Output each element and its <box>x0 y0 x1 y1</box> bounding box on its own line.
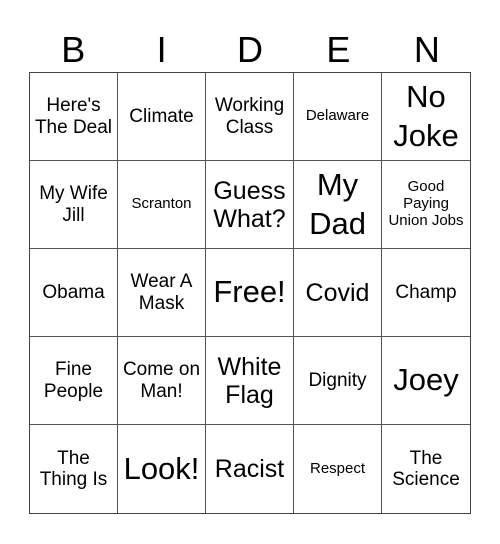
header-letter-d: D <box>237 29 264 70</box>
bingo-cell-label: Fine People <box>43 359 104 402</box>
bingo-header: B I D E N <box>29 28 471 72</box>
bingo-cell[interactable]: Joey <box>382 337 470 425</box>
bingo-cell-label: No Joke <box>393 78 459 153</box>
bingo-cell-label: Obama <box>42 281 105 303</box>
bingo-cell[interactable]: Obama <box>30 249 118 337</box>
bingo-cell[interactable]: No Joke <box>382 73 470 161</box>
bingo-cell-label: White Flag <box>217 352 282 409</box>
bingo-cell-label: Working Class <box>214 95 285 138</box>
bingo-cell[interactable]: My Wife Jill <box>30 161 118 249</box>
bingo-cell-label: Champ <box>395 281 457 303</box>
bingo-cell[interactable]: Fine People <box>30 337 118 425</box>
header-letter-b: B <box>61 29 86 70</box>
bingo-cell[interactable]: Come on Man! <box>118 337 206 425</box>
bingo-cell-label: The Thing Is <box>39 447 108 490</box>
bingo-cell-label: Wear A Mask <box>130 271 193 314</box>
bingo-cell-label: Delaware <box>305 107 370 125</box>
bingo-cell-label: My Dad <box>309 166 366 241</box>
header-letter-n: N <box>413 29 440 70</box>
bingo-cell-label: The Science <box>392 447 460 490</box>
bingo-cell-label: Free! <box>213 274 286 310</box>
bingo-cell[interactable]: Covid <box>294 249 382 337</box>
bingo-cell[interactable]: Working Class <box>206 73 294 161</box>
bingo-cell-label: Respect <box>309 459 366 477</box>
bingo-cell-label: Look! <box>123 450 200 486</box>
bingo-cell[interactable]: Free! <box>206 249 294 337</box>
bingo-cell-label: Come on Man! <box>122 359 201 402</box>
bingo-cell-label: Joey <box>393 362 459 398</box>
bingo-cell-label: Scranton <box>131 195 192 213</box>
bingo-cell-label: Guess What? <box>213 176 286 233</box>
bingo-cell-label: Good Paying Union Jobs <box>388 178 464 229</box>
header-letter-i: I <box>156 29 167 70</box>
bingo-cell[interactable]: Wear A Mask <box>118 249 206 337</box>
bingo-cell[interactable]: Racist <box>206 425 294 513</box>
bingo-cell[interactable]: Scranton <box>118 161 206 249</box>
bingo-cell-label: Here's The Deal <box>34 95 113 138</box>
bingo-cell[interactable]: Dignity <box>294 337 382 425</box>
bingo-cell[interactable]: The Thing Is <box>30 425 118 513</box>
bingo-cell-label: Racist <box>214 455 285 483</box>
bingo-cell[interactable]: Look! <box>118 425 206 513</box>
bingo-cell[interactable]: My Dad <box>294 161 382 249</box>
bingo-cell[interactable]: Delaware <box>294 73 382 161</box>
bingo-cell[interactable]: Climate <box>118 73 206 161</box>
bingo-cell-label: Covid <box>305 278 370 307</box>
bingo-cell[interactable]: The Science <box>382 425 470 513</box>
bingo-cell[interactable]: Here's The Deal <box>30 73 118 161</box>
bingo-cell-label: My Wife Jill <box>39 183 108 226</box>
bingo-cell-label: Climate <box>129 105 194 127</box>
bingo-cell[interactable]: Guess What? <box>206 161 294 249</box>
header-letter-e: E <box>326 29 351 70</box>
bingo-cell[interactable]: Champ <box>382 249 470 337</box>
bingo-cell-label: Dignity <box>308 369 367 391</box>
bingo-cell[interactable]: Good Paying Union Jobs <box>382 161 470 249</box>
bingo-cell[interactable]: Respect <box>294 425 382 513</box>
bingo-card: Here's The Deal Climate Working Class Delaw… <box>29 72 471 514</box>
bingo-cell[interactable]: White Flag <box>206 337 294 425</box>
